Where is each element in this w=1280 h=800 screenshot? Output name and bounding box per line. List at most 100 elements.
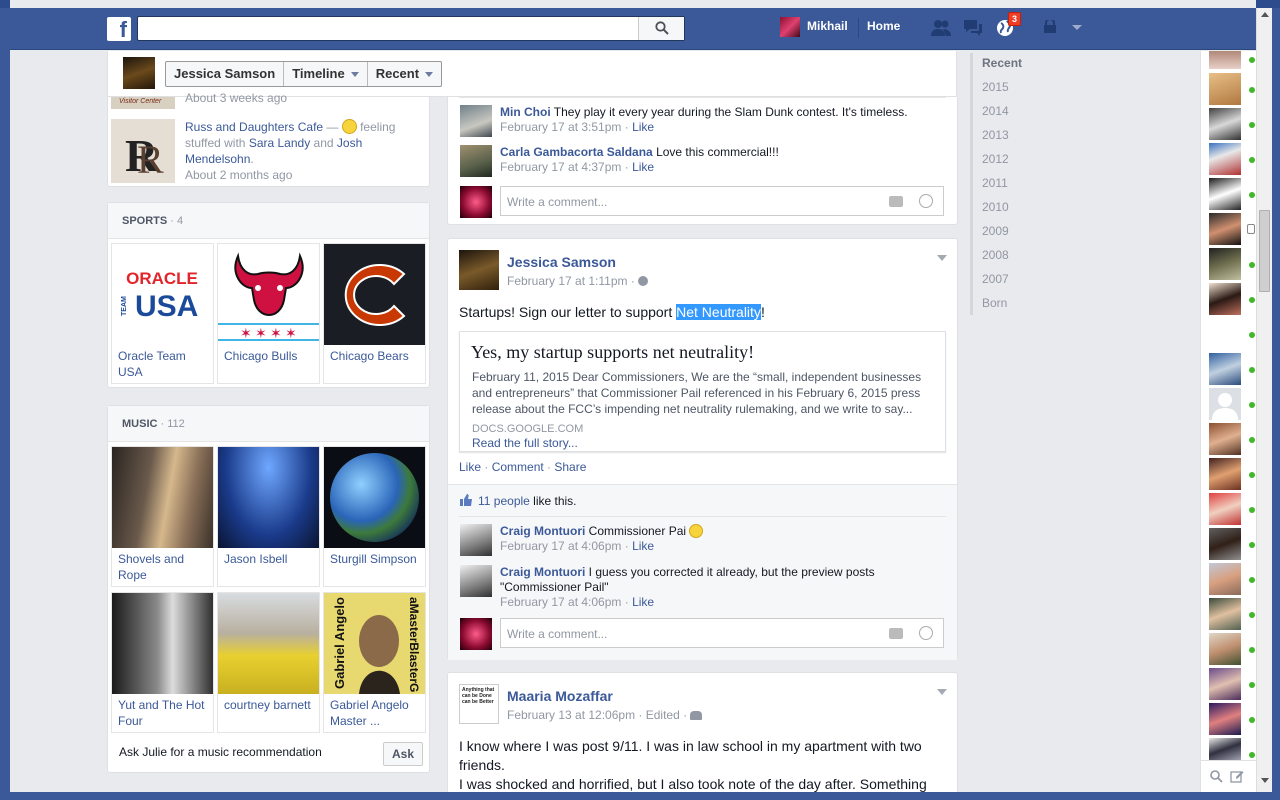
music-tile[interactable]: Shovels and Rope [111,446,214,587]
comment-like-link[interactable]: Like [632,120,654,134]
sports-tile-bears[interactable]: Chicago Bears [323,243,426,384]
place-photo[interactable]: RR [111,119,175,183]
chat-contact-avatar[interactable] [1209,703,1241,735]
commenter-avatar[interactable] [460,105,492,137]
place-link[interactable]: Russ and Daughters Cafe [185,120,323,134]
commenter-avatar[interactable] [460,524,492,556]
commenter-name[interactable]: Carla Gambacorta Saldana [500,145,653,159]
search-input[interactable] [137,16,685,41]
chat-search-icon[interactable] [1210,770,1223,783]
post-options-chevron-icon[interactable] [937,689,947,695]
comment-time[interactable]: February 17 at 4:37pm [500,160,621,174]
profile-name-button[interactable]: Jessica Samson [166,62,285,86]
account-menu-caret[interactable] [1072,25,1082,30]
music-tile[interactable]: Gabriel Angelo aMasterBlasterG Gabriel An… [323,592,426,733]
chat-contact-avatar[interactable] [1209,353,1241,385]
chat-contact-avatar[interactable] [1209,283,1241,315]
chat-contact-avatar[interactable] [1209,178,1241,210]
messages-icon[interactable] [962,18,984,38]
chat-contact-avatar[interactable] [1209,143,1241,175]
emoji-icon[interactable] [919,626,933,640]
search-button[interactable] [638,17,684,40]
year-link[interactable]: 2010 [982,200,1009,214]
timeline-dropdown[interactable]: Timeline [284,62,368,86]
comment-time[interactable]: February 17 at 4:06pm [500,595,621,609]
chat-contact-avatar[interactable] [1209,213,1241,245]
chat-contact-avatar[interactable] [1209,73,1241,105]
scroll-thumb[interactable] [1259,210,1270,292]
profile-thumbnail[interactable] [123,57,155,89]
scroll-up-arrow-icon[interactable] [1261,12,1269,17]
comment-like-link[interactable]: Like [632,595,654,609]
facebook-logo[interactable]: f [107,17,131,42]
year-link[interactable]: 2008 [982,248,1009,262]
chat-contact-avatar[interactable] [1209,668,1241,700]
comment-input[interactable]: Write a comment... [500,186,944,216]
year-link[interactable]: 2014 [982,104,1009,118]
home-link[interactable]: Home [867,19,900,33]
comment-action[interactable]: Comment [492,460,544,474]
author-name[interactable]: Maaria Mozaffar [507,688,613,704]
chat-contact-avatar[interactable] [1209,633,1241,665]
author-avatar[interactable] [459,250,499,290]
camera-icon[interactable] [889,196,903,207]
music-tile[interactable]: Jason Isbell [217,446,320,587]
commenter-avatar[interactable] [460,565,492,597]
music-tile[interactable]: courtney barnett [217,592,320,733]
compose-icon[interactable] [1230,769,1244,783]
year-link-recent[interactable]: Recent [982,56,1022,70]
read-more-link[interactable]: Read the full story... [472,436,578,450]
chat-contact-avatar[interactable] [1209,51,1241,69]
chat-contact-avatar[interactable] [1209,598,1241,630]
sports-tile-oracle[interactable]: ORACLE TEAM USA Oracle Team USA [111,243,214,384]
likes-count-link[interactable]: 11 people [478,494,530,508]
friend-requests-icon[interactable] [930,18,952,38]
author-name[interactable]: Jessica Samson [507,254,616,270]
comment-like-link[interactable]: Like [632,160,654,174]
sports-title[interactable]: Sports [122,215,167,227]
commenter-name[interactable]: Min Choi [500,105,551,119]
chat-contact-avatar[interactable] [1209,388,1241,420]
year-link[interactable]: 2011 [982,176,1008,190]
link-title[interactable]: Yes, my startup supports net neutrality! [471,342,754,363]
comment-time[interactable]: February 17 at 3:51pm [500,120,621,134]
edited-label[interactable]: Edited [646,708,680,722]
year-link[interactable]: 2009 [982,224,1009,238]
commenter-avatar[interactable] [460,145,492,177]
link-preview-card[interactable]: Yes, my startup supports net neutrality!… [459,331,946,452]
post-time[interactable]: February 13 at 12:06pm [507,708,635,722]
recent-dropdown[interactable]: Recent [368,62,441,86]
comment-input[interactable]: Write a comment... [500,618,944,648]
music-tile[interactable]: Sturgill Simpson [323,446,426,587]
commenter-name[interactable]: Craig Montuori [500,565,585,579]
post-options-chevron-icon[interactable] [937,255,947,261]
year-link[interactable]: 2012 [982,152,1009,166]
author-avatar[interactable]: Anything that can be Done can be Better [459,684,499,724]
year-link[interactable]: 2013 [982,128,1009,142]
like-action[interactable]: Like [459,460,481,474]
chat-contact-avatar[interactable] [1209,458,1241,490]
chat-contact-avatar[interactable] [1209,493,1241,525]
place-photo-partial[interactable]: Visitor Center [111,97,175,109]
chat-contact-avatar[interactable] [1209,108,1241,140]
chat-contact-avatar[interactable] [1209,248,1241,280]
chat-contact-avatar[interactable] [1209,423,1241,455]
page-scrollbar[interactable] [1256,8,1272,792]
user-avatar[interactable] [780,17,800,37]
year-link[interactable]: 2015 [982,80,1009,94]
music-tile[interactable]: Yut and The Hot Four [111,592,214,733]
scroll-down-arrow-icon[interactable] [1261,778,1269,783]
tagged-friend-link[interactable]: Sara Landy [249,136,310,150]
chat-contact-avatar[interactable] [1209,738,1241,760]
year-link[interactable]: 2007 [982,272,1009,286]
sports-tile-bulls[interactable]: ✶ ✶ ✶ ✶ Chicago Bulls [217,243,320,384]
emoji-icon[interactable] [919,194,933,208]
music-title[interactable]: Music [122,418,157,430]
post-time[interactable]: February 17 at 1:11pm [507,274,628,288]
commenter-name[interactable]: Craig Montuori [500,524,585,538]
chat-contact-avatar[interactable] [1209,563,1241,595]
comment-like-link[interactable]: Like [632,539,654,553]
user-name-link[interactable]: Mikhail [807,19,848,33]
year-link-born[interactable]: Born [982,296,1007,310]
comment-time[interactable]: February 17 at 4:06pm [500,539,621,553]
